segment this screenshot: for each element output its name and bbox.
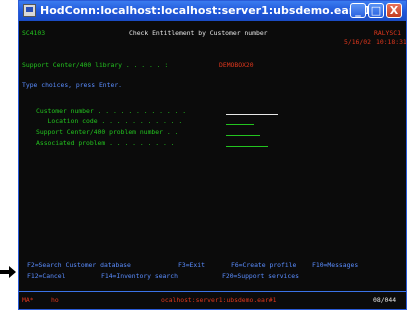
customer-number-input[interactable] [226, 114, 278, 115]
field-label-associated-problem: Associated problem . . . . . . . . . [36, 139, 175, 147]
location-code-input[interactable] [226, 124, 254, 125]
status-session: ocalhost:server1:ubsdemo.ear#1 [161, 296, 277, 304]
status-indicator: ho [51, 296, 59, 304]
library-label: Support Center/400 library . . . . . : [22, 61, 169, 69]
screen-id: SC4103 [22, 29, 46, 37]
fkey-f2[interactable]: F2=Search Customer database [27, 261, 131, 269]
status-mode: MA* [22, 296, 34, 304]
close-button[interactable]: X [386, 3, 402, 18]
system-name: RALYSC1 [374, 29, 401, 37]
minimize-button[interactable]: _ [350, 3, 366, 18]
field-label-problem-number: Support Center/400 problem number . . [36, 128, 179, 136]
library-value: DEMOBOX20 [219, 61, 254, 69]
fkey-f14[interactable]: F14=Inventory search [101, 272, 178, 280]
status-bar: MA* ho ocalhost:server1:ubsdemo.ear#1 08… [19, 291, 406, 309]
window-title: HodConn:localhost:localhost:server1:ubsd… [40, 4, 372, 17]
fkey-f20[interactable]: F20=Support services [222, 272, 299, 280]
terminal-app-icon[interactable] [23, 4, 36, 17]
associated-problem-input[interactable] [226, 146, 268, 147]
cursor-position: 08/044 [373, 296, 397, 304]
fkey-f6[interactable]: F6=Create profile [231, 261, 296, 269]
field-label-location-code: Location code . . . . . . . . . . . [36, 117, 183, 125]
fkey-f3[interactable]: F3=Exit [178, 261, 205, 269]
maximize-button[interactable]: □ [368, 3, 384, 18]
screen-header-title: Check Entitlement by Customer number [129, 29, 268, 37]
instruction-text: Type choices, press Enter. [22, 81, 123, 89]
terminal-window: HodConn:localhost:localhost:server1:ubsd… [18, 0, 407, 310]
screen-date: 5/16/02 [344, 38, 371, 46]
fkey-f10[interactable]: F10=Messages [312, 261, 358, 269]
problem-number-input[interactable] [226, 135, 260, 136]
arrow-pointer-icon [0, 266, 16, 278]
terminal-screen[interactable]: SC4103 Check Entitlement by Customer num… [19, 21, 407, 291]
field-label-customer-number: Customer number . . . . . . . . . . . . [36, 107, 187, 115]
title-bar[interactable]: HodConn:localhost:localhost:server1:ubsd… [19, 1, 406, 21]
screen-time: 10:18:31 [376, 38, 407, 46]
fkey-f12[interactable]: F12=Cancel [27, 272, 65, 280]
